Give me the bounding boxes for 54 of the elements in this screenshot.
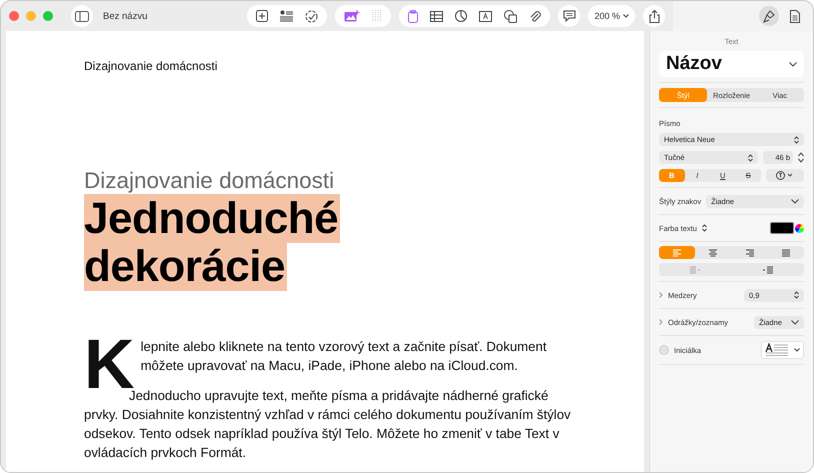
align-justify-icon (780, 248, 792, 256)
stepper-icon (794, 291, 799, 299)
page-header: Dizajnovanie domácnosti (84, 59, 218, 73)
add-page-icon[interactable] (256, 10, 268, 22)
chevron-icon (791, 320, 799, 324)
options-icon (776, 171, 794, 180)
disclosure-icon[interactable] (659, 319, 663, 325)
document-title: dekorácie (84, 242, 287, 291)
outdent-icon (689, 266, 702, 274)
media-icon[interactable] (344, 10, 360, 22)
color-wheel-icon[interactable] (795, 224, 804, 232)
paragraph-style-dropdown[interactable]: Názov (659, 51, 804, 77)
body-paragraph: Jednoducho upravujte text, meňte písma a pridávajte nádherné grafické prvky. Dosiahnite konzistentný vzhľad v rámci celého dokumentu používaním štýlov odsekov. Tento odsek napríklad používa štýl Telo. Môžete ho zmeniť v tabe Text v ovládacích prvkoch Formát. (84, 388, 571, 462)
chevron-icon (789, 62, 797, 66)
drop-cap-style-button[interactable] (761, 341, 804, 359)
align-right-icon (744, 248, 756, 256)
stepper-icon[interactable] (702, 224, 707, 232)
stepper-icon (748, 154, 753, 162)
chevron-icon (794, 348, 800, 352)
list-icon[interactable] (280, 10, 294, 22)
close-button[interactable] (9, 11, 19, 21)
format-button[interactable] (759, 6, 779, 26)
shape-icon[interactable] (504, 10, 518, 22)
text-box-icon[interactable] (479, 10, 492, 22)
stepper-icon (794, 136, 799, 144)
text-icon[interactable] (408, 10, 418, 22)
text-options-button[interactable] (766, 169, 804, 182)
paintbrush-icon (763, 10, 775, 22)
body-paragraph: lepnite alebo kliknete na tento vzorový text a začnite písať. Dokument môžete upravovať na Macu, iPade, iPhone alebo na iCloud.com. (140, 339, 546, 373)
zoom-dropdown[interactable]: 200 % (588, 5, 635, 27)
drop-cap-style-icon (765, 343, 791, 357)
table-icon[interactable] (430, 10, 444, 22)
comment-button[interactable] (558, 5, 580, 27)
window-title: Bez názvu (103, 10, 148, 22)
share-button[interactable] (643, 5, 665, 27)
align-center-icon (707, 248, 720, 256)
comment-icon (562, 10, 576, 22)
stepper-icon[interactable] (798, 152, 804, 163)
document-title: Jednoduché (84, 194, 340, 243)
indent-icon (762, 266, 774, 274)
badge-icon[interactable] (305, 10, 318, 22)
disclosure-icon[interactable] (659, 292, 663, 298)
document-subtitle: Dizajnovanie domácnosti (84, 167, 336, 195)
sidebar-toggle-button[interactable] (71, 5, 93, 27)
chart-icon[interactable] (455, 10, 468, 22)
chevron-icon (791, 198, 799, 204)
color-swatch[interactable] (770, 222, 794, 234)
paperclip-icon[interactable] (529, 10, 542, 22)
chevron-icon (623, 14, 629, 18)
align-left-icon (671, 248, 684, 256)
sidebar-icon (75, 10, 89, 22)
document-icon (790, 10, 800, 22)
share-icon (648, 10, 660, 22)
drop-cap-checkbox[interactable] (659, 345, 669, 355)
